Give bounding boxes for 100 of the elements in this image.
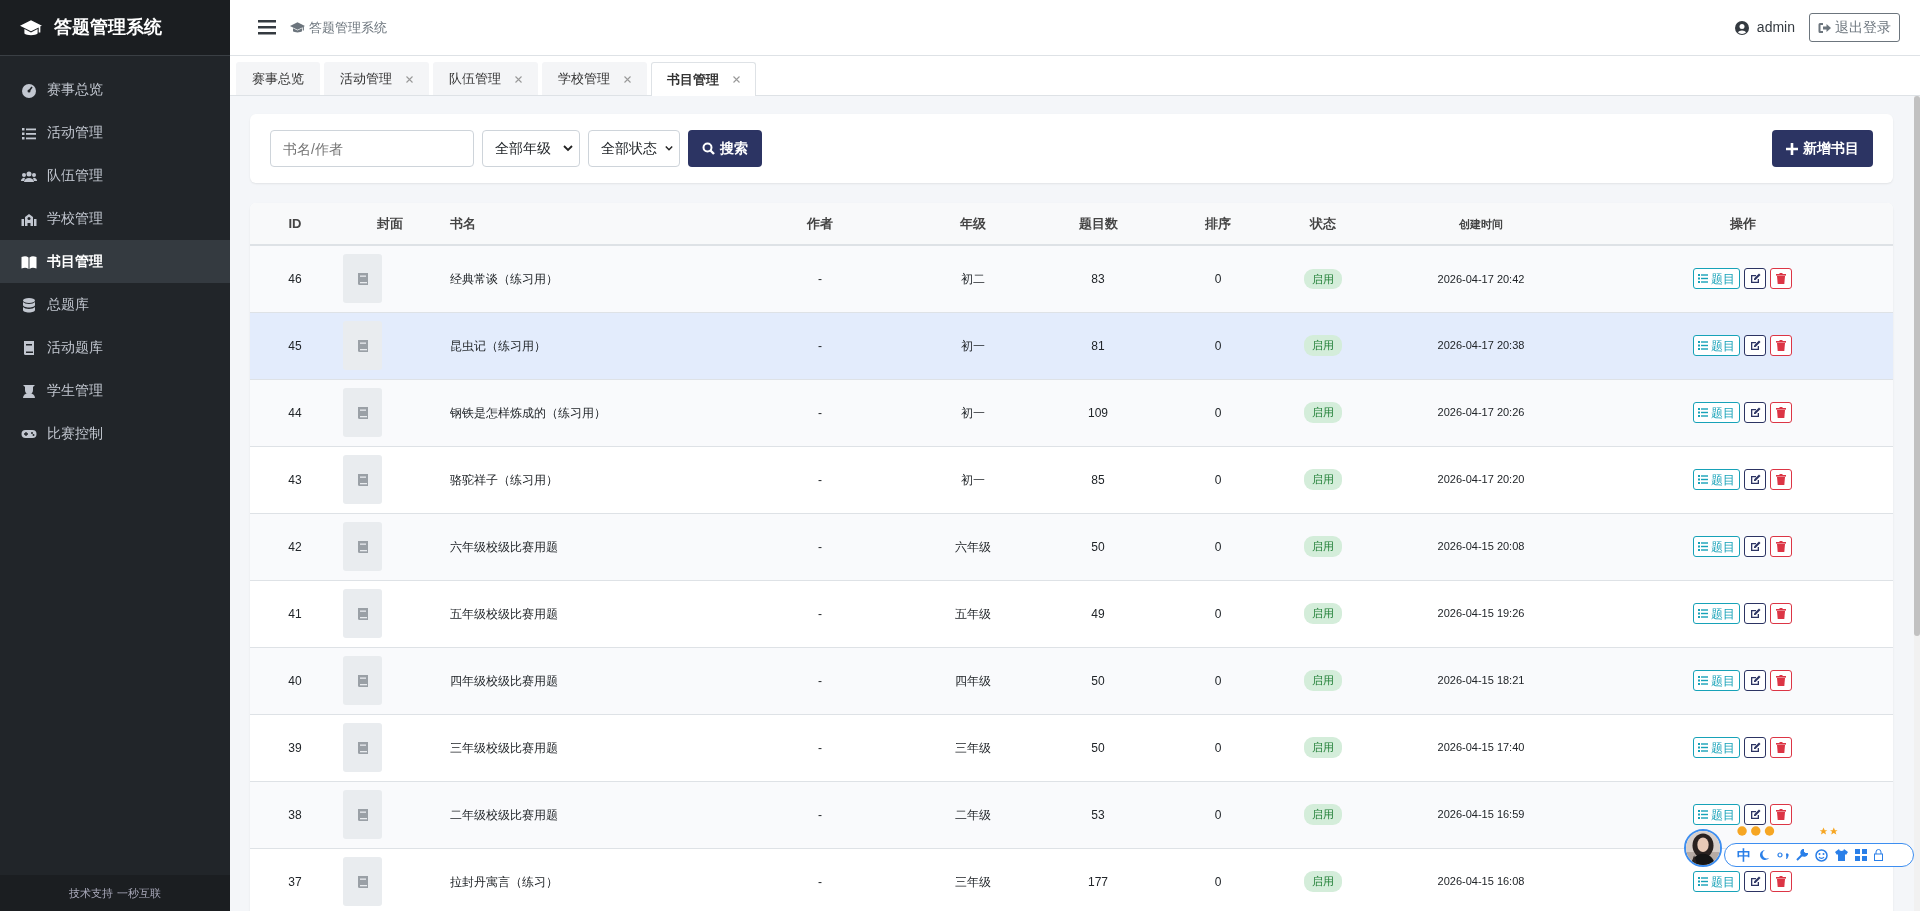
tab[interactable]: 学校管理 (542, 62, 647, 95)
table-cell: 2026-04-15 17:40 (1437, 741, 1525, 754)
edit-button[interactable] (1744, 603, 1766, 624)
table-cell: 46 (288, 271, 302, 286)
edit-icon (1749, 340, 1761, 351)
moon-icon[interactable] (1758, 849, 1770, 861)
book-icon (356, 874, 369, 889)
input-mode-toggle[interactable]: 中 (1737, 848, 1751, 862)
column-header: 年级 (960, 215, 986, 231)
close-icon[interactable] (406, 75, 413, 83)
edit-icon (1749, 675, 1761, 686)
sidebar-item[interactable]: 总题库 (0, 283, 230, 326)
delete-button[interactable] (1770, 402, 1792, 423)
edit-icon (1749, 541, 1761, 552)
column-header: 创建时间 (1459, 217, 1503, 230)
sidebar-item[interactable]: 活动管理 (0, 111, 230, 154)
table-cell: 45 (288, 338, 302, 353)
edit-button[interactable] (1744, 402, 1766, 423)
trash-icon (1776, 809, 1786, 820)
edit-button[interactable] (1744, 536, 1766, 557)
delete-button[interactable] (1770, 469, 1792, 490)
book-icon (356, 338, 369, 353)
book-icon (356, 807, 369, 822)
edit-icon (1749, 876, 1761, 887)
table-cell: 三年级 (955, 740, 991, 755)
menu-icon[interactable] (258, 20, 276, 35)
delete-button[interactable] (1770, 670, 1792, 691)
table-cell: 初二 (961, 271, 985, 286)
book-icon (356, 271, 369, 286)
search-field[interactable]: 书名/作者 (270, 130, 474, 167)
column-header: 书名 (450, 215, 476, 231)
status-select[interactable]: 全部状态 (588, 130, 680, 167)
table-cell: 50 (1091, 673, 1105, 688)
edit-button[interactable] (1744, 268, 1766, 290)
wrench-icon[interactable] (1796, 849, 1808, 861)
trash-icon (1776, 273, 1786, 285)
edit-button[interactable] (1744, 335, 1766, 356)
book-icon (21, 339, 37, 356)
sidebar-item[interactable]: 比赛控制 (0, 412, 230, 455)
edit-button[interactable] (1744, 804, 1766, 825)
edit-button[interactable] (1744, 469, 1766, 490)
sidebar-item[interactable]: 赛事总览 (0, 68, 230, 111)
grade-select[interactable]: 全部年级 (482, 130, 580, 167)
close-icon[interactable] (515, 75, 522, 83)
logout-button[interactable]: 退出登录 (1809, 13, 1900, 42)
close-icon[interactable] (733, 76, 740, 83)
grid-icon[interactable] (1855, 849, 1867, 861)
search-button[interactable]: 搜索 (688, 130, 762, 167)
table-cell: - (818, 405, 822, 420)
delete-button[interactable] (1770, 737, 1792, 758)
edit-button[interactable] (1744, 871, 1766, 892)
delete-button[interactable] (1770, 335, 1792, 356)
sidebar-item[interactable]: 队伍管理 (0, 154, 230, 197)
list-icon (1698, 341, 1708, 350)
trash-icon (1776, 474, 1786, 485)
table-cell: 0 (1214, 405, 1222, 420)
sidebar-item[interactable]: 书目管理 (0, 240, 230, 283)
lock-icon[interactable] (1874, 849, 1883, 861)
table-cell: - (818, 740, 822, 755)
sidebar-item[interactable]: 学校管理 (0, 197, 230, 240)
column-header: 封面 (377, 215, 403, 231)
delete-button[interactable] (1770, 603, 1792, 624)
table-cell: 2026-04-15 16:08 (1437, 875, 1525, 888)
tab[interactable]: 书目管理 (651, 62, 756, 96)
table-cell: 三年级校级比赛用题 (450, 740, 558, 755)
delete-button[interactable] (1770, 804, 1792, 825)
sidebar-item[interactable]: 学生管理 (0, 369, 230, 412)
table-cell: 五年级 (955, 606, 991, 621)
sidebar-item[interactable]: 活动题库 (0, 326, 230, 369)
table-cell: 2026-04-17 20:26 (1437, 406, 1525, 419)
table-cell: 钢铁是怎样炼成的（练习用） (450, 405, 606, 420)
tab[interactable]: 队伍管理 (433, 62, 538, 95)
status-badge: 启用 (1304, 469, 1342, 490)
book-icon (356, 539, 369, 554)
table-cell: 二年级 (955, 807, 991, 822)
close-icon[interactable] (624, 75, 631, 83)
tab[interactable]: 活动管理 (324, 62, 429, 95)
table-cell: 37 (288, 874, 302, 889)
delete-button[interactable] (1770, 871, 1792, 892)
table-cell: 40 (288, 673, 302, 688)
delete-button[interactable] (1770, 268, 1792, 290)
add-book-button[interactable]: 新增书目 (1772, 130, 1873, 167)
shirt-icon[interactable] (1835, 849, 1848, 861)
tab[interactable]: 赛事总览 (236, 62, 320, 95)
edit-icon (1749, 273, 1761, 285)
table-cell: 经典常谈（练习用） (450, 271, 558, 286)
smiley-icon[interactable] (1815, 848, 1828, 862)
column-header: 作者 (807, 215, 833, 231)
punctuation-icon[interactable] (1777, 850, 1789, 860)
graduation-cap-icon (290, 20, 305, 35)
edit-button[interactable] (1744, 737, 1766, 758)
trash-icon (1776, 541, 1786, 552)
delete-button[interactable] (1770, 536, 1792, 557)
table-cell: 初一 (961, 338, 985, 353)
trash-icon (1776, 876, 1786, 887)
edit-button[interactable] (1744, 670, 1766, 691)
table-cell: 0 (1214, 338, 1222, 353)
scrollbar[interactable] (1914, 96, 1920, 911)
list-icon (1698, 609, 1708, 618)
table-cell: 四年级 (955, 673, 991, 688)
